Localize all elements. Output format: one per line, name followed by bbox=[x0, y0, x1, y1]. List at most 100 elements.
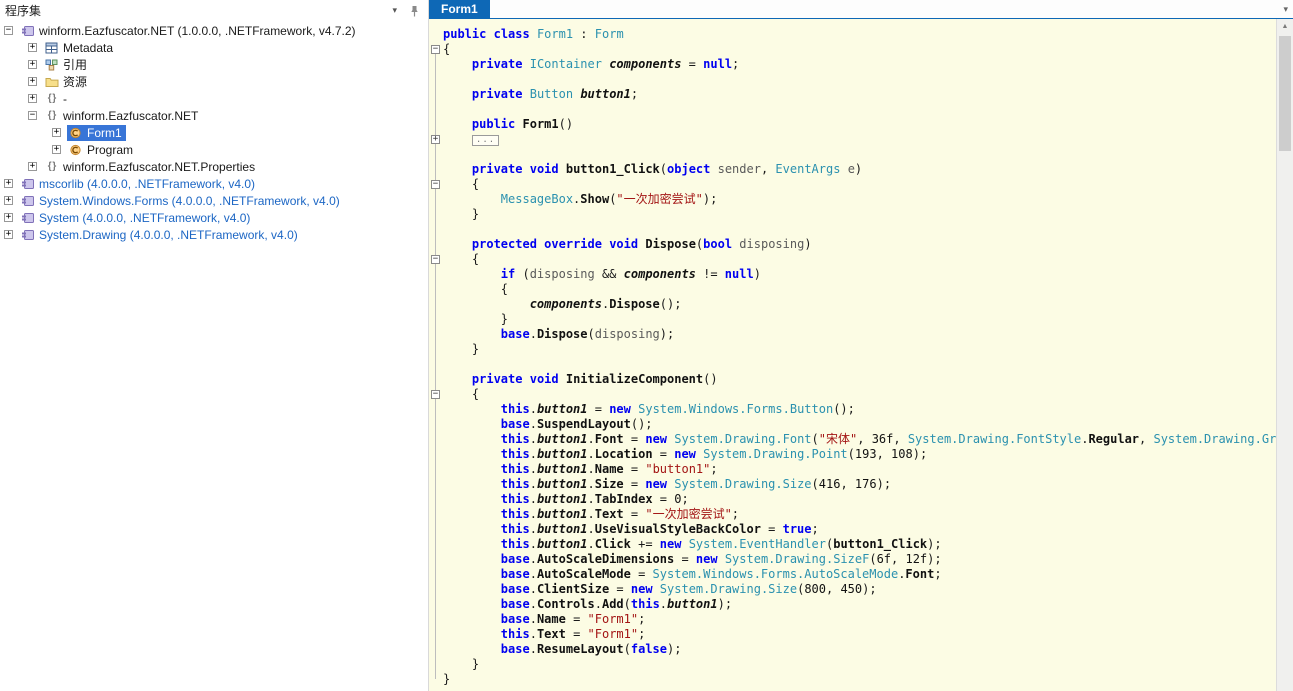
code-line: − { bbox=[429, 252, 1276, 267]
code-line: − { bbox=[429, 387, 1276, 402]
fold-margin: − bbox=[429, 387, 443, 402]
tree-item-assembly-system-windows-forms[interactable]: + System.Windows.Forms (4.0.0.0, .NETFram… bbox=[0, 192, 428, 209]
fold-collapse-icon[interactable]: − bbox=[431, 390, 440, 399]
code-line: this.button1.Location = new System.Drawi… bbox=[429, 447, 1276, 462]
collapsed-region-box[interactable]: ... bbox=[472, 135, 499, 146]
fold-margin bbox=[429, 237, 443, 252]
expand-toggle-icon[interactable]: + bbox=[28, 77, 37, 86]
code-line-text: components.Dispose(); bbox=[443, 297, 681, 312]
fold-margin bbox=[429, 417, 443, 432]
fold-margin: − bbox=[429, 252, 443, 267]
tree-item-label: winform.Eazfuscator.NET (1.0.0.0, .NETFr… bbox=[39, 24, 356, 38]
metadata-icon bbox=[44, 41, 59, 54]
code-editor[interactable]: public class Form1 : Form−{ private ICon… bbox=[429, 19, 1276, 691]
expand-toggle-icon[interactable]: + bbox=[52, 145, 61, 154]
tree-item-body: 引用 bbox=[43, 57, 91, 73]
fold-margin bbox=[429, 102, 443, 117]
tree-item-label: 资源 bbox=[63, 73, 87, 90]
code-line-text: } bbox=[443, 207, 479, 222]
tree-item-body: Program bbox=[67, 142, 137, 158]
tree-item-class-program[interactable]: + Program bbox=[0, 141, 428, 158]
assembly-icon bbox=[20, 211, 35, 224]
code-line: base.SuspendLayout(); bbox=[429, 417, 1276, 432]
tree-item-namespace-main[interactable]: −{ }winform.Eazfuscator.NET bbox=[0, 107, 428, 124]
code-line-text: { bbox=[443, 282, 508, 297]
code-line-text: } bbox=[443, 312, 508, 327]
code-line: } bbox=[429, 207, 1276, 222]
tree-item-body: { }winform.Eazfuscator.NET.Properties bbox=[43, 159, 259, 175]
code-line bbox=[429, 147, 1276, 162]
code-line: MessageBox.Show("一次加密尝试"); bbox=[429, 192, 1276, 207]
fold-margin bbox=[429, 207, 443, 222]
code-line-text: protected override void Dispose(bool dis… bbox=[443, 237, 812, 252]
code-line-text: base.ClientSize = new System.Drawing.Siz… bbox=[443, 582, 877, 597]
pane-menu-chevron-icon[interactable]: ▾ bbox=[392, 6, 397, 15]
code-line-text: MessageBox.Show("一次加密尝试"); bbox=[443, 192, 717, 207]
tree-item-assembly-winform[interactable]: − winform.Eazfuscator.NET (1.0.0.0, .NETF… bbox=[0, 22, 428, 39]
expand-toggle-icon[interactable]: + bbox=[52, 128, 61, 137]
code-line: protected override void Dispose(bool dis… bbox=[429, 237, 1276, 252]
tree-item-namespace-dash[interactable]: +{ }- bbox=[0, 90, 428, 107]
fold-margin bbox=[429, 492, 443, 507]
fold-margin bbox=[429, 282, 443, 297]
vertical-scrollbar[interactable]: ▲ bbox=[1276, 19, 1293, 691]
fold-margin bbox=[429, 87, 443, 102]
code-line-text: } bbox=[443, 672, 450, 687]
expand-toggle-icon[interactable]: + bbox=[4, 213, 13, 222]
tree-item-label: Form1 bbox=[87, 126, 122, 140]
fold-margin bbox=[429, 597, 443, 612]
scrollbar-thumb[interactable] bbox=[1279, 36, 1291, 151]
fold-collapse-icon[interactable]: − bbox=[431, 180, 440, 189]
expand-toggle-icon[interactable]: + bbox=[4, 196, 13, 205]
collapse-toggle-icon[interactable]: − bbox=[4, 26, 13, 35]
code-line: public Form1() bbox=[429, 117, 1276, 132]
pane-title: 程序集 bbox=[5, 2, 41, 19]
code-line: this.button1.TabIndex = 0; bbox=[429, 492, 1276, 507]
expand-toggle-icon[interactable]: + bbox=[4, 230, 13, 239]
tree-item-label: 引用 bbox=[63, 56, 87, 73]
fold-collapse-icon[interactable]: − bbox=[431, 45, 440, 54]
pane-header-actions: ▾ bbox=[392, 5, 420, 17]
tree-item-assembly-system[interactable]: +System (4.0.0.0, .NETFramework, v4.0) bbox=[0, 209, 428, 226]
tree-item-label: winform.Eazfuscator.NET.Properties bbox=[63, 160, 255, 174]
tree-item-body: mscorlib (4.0.0.0, .NETFramework, v4.0) bbox=[19, 176, 259, 192]
tree-item-class-form1[interactable]: + Form1 bbox=[0, 124, 428, 141]
code-line: − { bbox=[429, 177, 1276, 192]
tree-item-label: Metadata bbox=[63, 41, 113, 55]
expand-toggle-icon[interactable]: + bbox=[28, 60, 37, 69]
fold-margin bbox=[429, 657, 443, 672]
tab-list-chevron-icon[interactable]: ▾ bbox=[1283, 4, 1288, 15]
code-line-text: base.Controls.Add(this.button1); bbox=[443, 597, 732, 612]
code-line: } bbox=[429, 312, 1276, 327]
code-line: this.button1.Size = new System.Drawing.S… bbox=[429, 477, 1276, 492]
tree-item-assembly-mscorlib[interactable]: + mscorlib (4.0.0.0, .NETFramework, v4.0) bbox=[0, 175, 428, 192]
code-line bbox=[429, 222, 1276, 237]
expand-toggle-icon[interactable]: + bbox=[28, 162, 37, 171]
fold-margin bbox=[429, 612, 443, 627]
collapse-toggle-icon[interactable]: − bbox=[28, 111, 37, 120]
fold-margin bbox=[429, 357, 443, 372]
tree-item-metadata[interactable]: + Metadata bbox=[0, 39, 428, 56]
expand-toggle-icon[interactable]: + bbox=[28, 43, 37, 52]
scroll-up-icon[interactable]: ▲ bbox=[1277, 19, 1293, 34]
code-line: this.button1 = new System.Windows.Forms.… bbox=[429, 402, 1276, 417]
code-line-text: this.button1.Text = "一次加密尝试"; bbox=[443, 507, 739, 522]
expand-toggle-icon[interactable]: + bbox=[4, 179, 13, 188]
tree-item-body: winform.Eazfuscator.NET (1.0.0.0, .NETFr… bbox=[19, 23, 360, 39]
code-line-text: this.button1.TabIndex = 0; bbox=[443, 492, 689, 507]
pin-icon[interactable] bbox=[409, 5, 420, 17]
fold-margin bbox=[429, 327, 443, 342]
tree-item-assembly-system-drawing[interactable]: +System.Drawing (4.0.0.0, .NETFramework,… bbox=[0, 226, 428, 243]
code-line bbox=[429, 72, 1276, 87]
class-icon bbox=[68, 143, 83, 156]
tree-item-label: System.Windows.Forms (4.0.0.0, .NETFrame… bbox=[39, 194, 340, 208]
fold-expand-icon[interactable]: + bbox=[431, 135, 440, 144]
tree-item-resources[interactable]: + 资源 bbox=[0, 73, 428, 90]
fold-margin bbox=[429, 72, 443, 87]
tab-form1[interactable]: Form1 bbox=[429, 0, 490, 18]
tree-item-references[interactable]: + 引用 bbox=[0, 56, 428, 73]
expand-toggle-icon[interactable]: + bbox=[28, 94, 37, 103]
fold-collapse-icon[interactable]: − bbox=[431, 255, 440, 264]
tree-item-namespace-properties[interactable]: + { }winform.Eazfuscator.NET.Properties bbox=[0, 158, 428, 175]
fold-margin bbox=[429, 57, 443, 72]
